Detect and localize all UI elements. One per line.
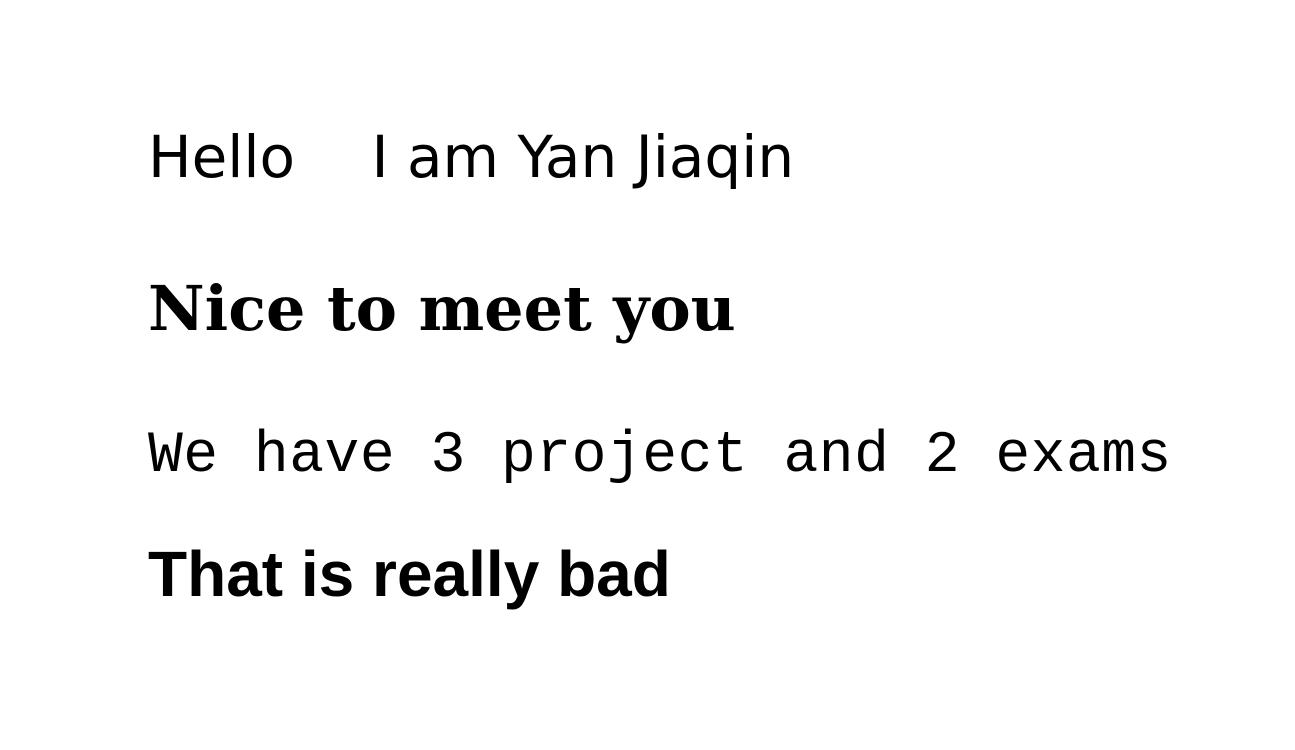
document-page: Hello I am Yan Jiaqin Nice to meet you W… bbox=[0, 0, 1295, 750]
nice-to-meet-line: Nice to meet you bbox=[148, 272, 736, 345]
really-bad-line: That is really bad bbox=[148, 538, 671, 610]
projects-exams-line: We have 3 project and 2 exams bbox=[148, 424, 1172, 489]
greeting-line: Hello I am Yan Jiaqin bbox=[148, 123, 795, 191]
